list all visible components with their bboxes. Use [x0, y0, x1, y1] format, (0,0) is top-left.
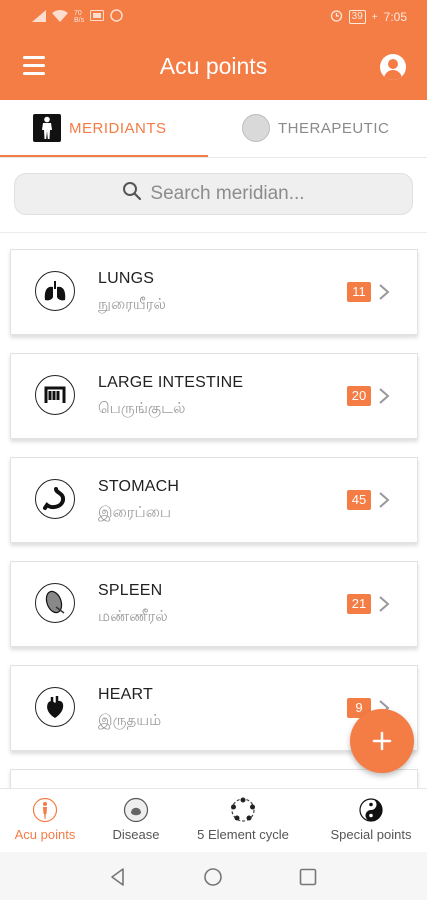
heart-icon	[35, 687, 75, 727]
list-item-lungs[interactable]: LUNGS நுரையீரல் 11	[10, 249, 418, 335]
chevron-right-icon	[379, 492, 390, 508]
signal-icon	[32, 9, 46, 25]
list-item-stomach[interactable]: STOMACH இரைப்பை 45	[10, 457, 418, 543]
points-count-badge: 20	[347, 386, 371, 406]
meridian-tamil-name: இருதயம்	[98, 712, 162, 729]
points-count-badge: 21	[347, 594, 371, 614]
therapy-image-icon	[242, 114, 270, 142]
spleen-icon	[35, 583, 75, 623]
tab-therapeutic[interactable]: THERAPEUTIC	[242, 100, 389, 156]
page-title: Acu points	[159, 53, 268, 79]
wifi-icon	[52, 9, 68, 25]
nav-acu-points-label: Acu points	[14, 827, 76, 842]
tab-meridians-label: MERIDIANTS	[69, 119, 167, 137]
meridian-tamil-name: மண்ணீரல்	[98, 608, 168, 625]
lungs-icon	[35, 271, 75, 311]
element-cycle-icon	[231, 797, 255, 822]
network-speed-value: 70	[74, 10, 82, 17]
nav-acu-points[interactable]: Acu points	[4, 789, 86, 853]
meridian-tamil-name: பெருங்குடல்	[98, 400, 186, 417]
tab-divider	[0, 157, 427, 158]
status-bar: 70 B/s 39 + 7:05	[0, 0, 427, 34]
back-icon[interactable]	[108, 867, 128, 887]
intestine-icon	[35, 375, 75, 415]
status-right: 39 + 7:05	[330, 9, 407, 25]
acupoint-figure-icon	[32, 797, 58, 823]
app-bar: Acu points	[0, 34, 427, 100]
meridian-name: STOMACH	[98, 478, 180, 495]
nav-disease-label: Disease	[112, 827, 160, 842]
nav-element-cycle-label: 5 Element cycle	[197, 827, 289, 842]
nav-special-points[interactable]: Special points	[318, 789, 424, 853]
account-circle-icon[interactable]	[380, 54, 406, 80]
search-placeholder: Search meridian...	[150, 183, 305, 204]
plus-icon	[372, 731, 392, 751]
search-input[interactable]: Search meridian...	[14, 173, 413, 215]
recents-icon[interactable]	[298, 867, 318, 887]
meridian-name: LUNGS	[98, 270, 155, 287]
yin-yang-icon	[359, 798, 383, 822]
stomach-icon	[35, 479, 75, 519]
search-icon	[122, 181, 142, 207]
network-speed: 70 B/s	[74, 10, 84, 24]
bottom-navigation: Acu points Disease 5 Element cycle Speci…	[0, 788, 427, 852]
home-icon[interactable]	[203, 867, 223, 887]
list-item-partial[interactable]	[10, 769, 418, 788]
chevron-right-icon	[379, 388, 390, 404]
clock-time: 7:05	[383, 10, 407, 24]
meridian-name: HEART	[98, 686, 153, 703]
nav-special-points-label: Special points	[330, 827, 412, 842]
status-left: 70 B/s	[32, 9, 123, 25]
chevron-right-icon	[379, 596, 390, 612]
whatsapp-icon	[110, 9, 123, 25]
points-count-badge: 45	[347, 490, 371, 510]
list-item-spleen[interactable]: SPLEEN மண்ணீரல் 21	[10, 561, 418, 647]
screen-icon	[90, 10, 105, 24]
system-navigation-bar	[0, 852, 427, 900]
meridian-list[interactable]: LUNGS நுரையீரல் 11 LARGE INTESTINE பெருங…	[0, 232, 427, 788]
charging-icon: +	[371, 11, 378, 23]
meridian-name: LARGE INTESTINE	[98, 374, 244, 391]
body-figure-icon	[33, 114, 61, 142]
tab-bar: MERIDIANTS THERAPEUTIC	[0, 100, 427, 156]
battery-level: 39	[348, 10, 366, 24]
nav-element-cycle[interactable]: 5 Element cycle	[186, 789, 300, 853]
tab-therapeutic-label: THERAPEUTIC	[278, 119, 390, 137]
points-count-badge: 11	[347, 282, 371, 302]
add-fab-button[interactable]	[350, 709, 414, 773]
meridian-tamil-name: நுரையீரல்	[98, 296, 166, 313]
chevron-right-icon	[379, 284, 390, 300]
tab-meridians[interactable]: MERIDIANTS	[33, 100, 167, 156]
alarm-icon	[330, 9, 343, 25]
disease-icon	[123, 797, 149, 823]
meridian-name: SPLEEN	[98, 582, 163, 599]
list-item-large-intestine[interactable]: LARGE INTESTINE பெருங்குடல் 20	[10, 353, 418, 439]
meridian-tamil-name: இரைப்பை	[98, 504, 172, 521]
nav-disease[interactable]: Disease	[98, 789, 174, 853]
network-speed-unit: B/s	[74, 17, 85, 24]
